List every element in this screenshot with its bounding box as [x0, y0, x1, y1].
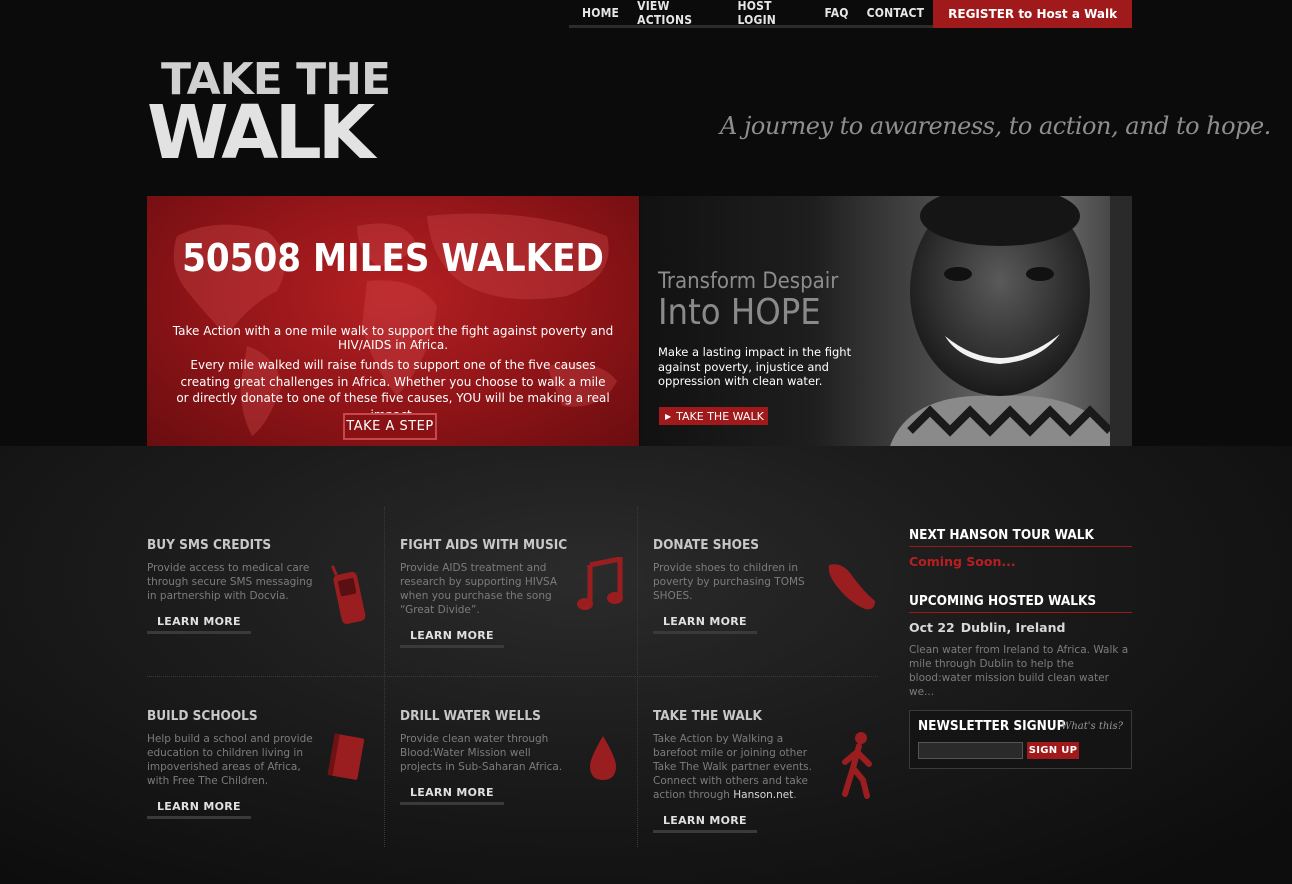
column-divider — [637, 507, 638, 847]
event-place: Dublin, Ireland — [960, 620, 1066, 635]
cause-fight-aids-music: FIGHT AIDS WITH MUSIC Provide AIDS treat… — [400, 537, 636, 677]
cause-description: Provide clean water through Blood:Water … — [400, 733, 563, 773]
cause-description: Help build a school and provide educatio… — [147, 733, 313, 787]
newsletter-box: NEWSLETTER SIGNUP What's this? SIGN UP — [909, 710, 1132, 769]
cause-title[interactable]: BUY SMS CREDITS — [147, 537, 383, 553]
nav-home[interactable]: HOME — [573, 6, 628, 20]
site-logo[interactable]: TAKE THE WALK — [147, 58, 397, 173]
next-tour-walk-heading: NEXT HANSON TOUR WALK — [909, 527, 1132, 547]
book-icon — [327, 733, 365, 780]
learn-more-link[interactable]: LEARN MORE — [147, 615, 251, 634]
miles-walked-counter: 50508 MILES WALKED — [182, 236, 604, 280]
logo-line-2: WALK — [147, 90, 375, 176]
cause-build-schools: BUILD SCHOOLS Help build a school and pr… — [147, 708, 383, 848]
cause-drill-water-wells: DRILL WATER WELLS Provide clean water th… — [400, 708, 636, 848]
cause-description-end: . — [793, 789, 797, 801]
hero-subtitle: Transform Despair — [658, 269, 839, 294]
event-date: Oct 22 — [909, 620, 955, 635]
learn-more-link[interactable]: LEARN MORE — [400, 629, 504, 648]
nav-links: HOME VIEW ACTIONS HOST LOGIN FAQ CONTACT — [569, 0, 934, 28]
cause-sms-credits: BUY SMS CREDITS Provide access to medica… — [147, 537, 383, 677]
learn-more-link[interactable]: LEARN MORE — [653, 615, 757, 634]
tagline: A journey to awareness, to action, and t… — [720, 112, 1271, 140]
hero-description-line: creating great challenges in Africa. Whe… — [180, 374, 606, 389]
learn-more-link[interactable]: LEARN MORE — [147, 800, 251, 819]
event-description: Clean water from Ireland to Africa. Walk… — [909, 644, 1129, 698]
nav-contact[interactable]: CONTACT — [858, 6, 934, 20]
whats-this-link[interactable]: What's this? — [1061, 721, 1123, 732]
hero-right-description: Make a lasting impact in the fight again… — [658, 345, 852, 388]
cause-donate-shoes: DONATE SHOES Provide shoes to children i… — [653, 537, 889, 677]
cause-description: Provide shoes to children in poverty by … — [653, 562, 805, 602]
cause-take-the-walk: TAKE THE WALK Take Action by Walking a b… — [653, 708, 889, 848]
cause-description: Provide AIDS treatment and research by s… — [400, 562, 558, 616]
water-drop-icon — [590, 736, 616, 780]
upcoming-walks-heading: UPCOMING HOSTED WALKS — [909, 593, 1132, 613]
newsletter-email-input[interactable] — [918, 742, 1023, 759]
cause-description: Take Action by Walking a barefoot mile o… — [653, 732, 825, 802]
hero-title: Into HOPE — [658, 292, 821, 333]
top-nav: HOME VIEW ACTIONS HOST LOGIN FAQ CONTACT… — [569, 0, 1132, 28]
transform-hope-banner: Transform Despair Into HOPE Make a lasti… — [640, 196, 1132, 446]
nav-view-actions[interactable]: VIEW ACTIONS — [628, 0, 728, 27]
play-triangle-icon: ▶ — [665, 411, 672, 421]
cause-title[interactable]: DONATE SHOES — [653, 537, 889, 553]
register-host-button[interactable]: REGISTER to Host a Walk — [933, 0, 1132, 28]
walking-person-icon — [842, 732, 872, 799]
miles-walked-banner: 50508 MILES WALKED Take Action with a on… — [147, 196, 639, 446]
cause-title[interactable]: BUILD SCHOOLS — [147, 708, 383, 724]
newsletter-title: NEWSLETTER SIGNUP — [918, 718, 1066, 734]
learn-more-link[interactable]: LEARN MORE — [400, 786, 504, 805]
learn-more-link[interactable]: LEARN MORE — [653, 814, 757, 833]
hero-description-line: Every mile walked will raise funds to su… — [190, 358, 596, 372]
cause-title[interactable]: FIGHT AIDS WITH MUSIC — [400, 537, 636, 553]
cause-title[interactable]: DRILL WATER WELLS — [400, 708, 636, 724]
shoe-icon — [828, 564, 875, 610]
column-divider — [384, 507, 385, 847]
hanson-net-link[interactable]: Hanson.net — [733, 789, 793, 801]
take-the-walk-button[interactable]: ▶ TAKE THE WALK — [659, 407, 768, 425]
nav-faq[interactable]: FAQ — [816, 6, 858, 20]
sign-up-button[interactable]: SIGN UP — [1027, 742, 1079, 759]
event-heading[interactable]: Oct 22 Dublin, Ireland — [909, 620, 1065, 635]
music-note-icon — [577, 557, 623, 610]
cause-title[interactable]: TAKE THE WALK — [653, 708, 889, 724]
cause-description: Provide access to medical care through s… — [147, 562, 313, 602]
cell-phone-icon — [330, 565, 366, 624]
hero-intro-text: Take Action with a one mile walk to supp… — [172, 324, 614, 352]
take-a-step-button[interactable]: TAKE A STEP — [343, 413, 437, 440]
coming-soon-text: Coming Soon... — [909, 554, 1016, 569]
take-the-walk-label: TAKE THE WALK — [676, 409, 764, 423]
nav-host-login[interactable]: HOST LOGIN — [728, 0, 815, 27]
